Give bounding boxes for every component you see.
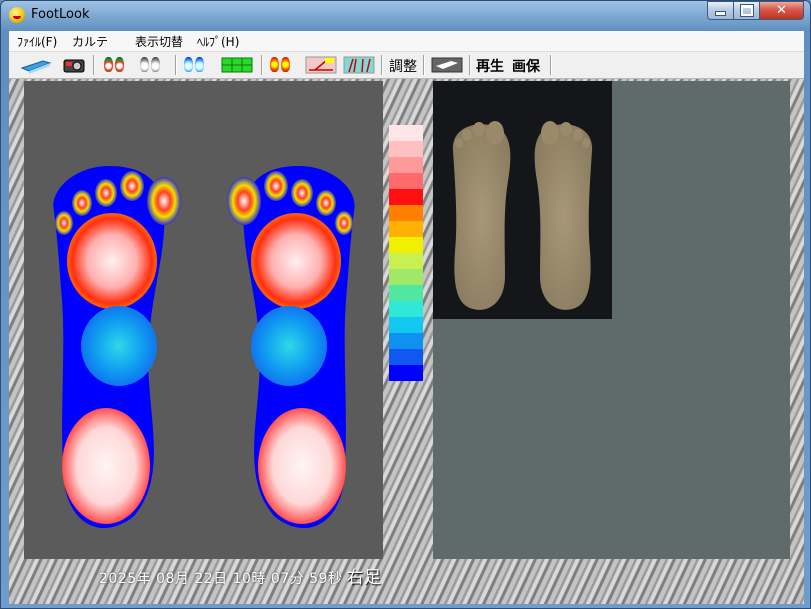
toolbar-separator [261, 55, 263, 75]
blue-foot-icon [184, 57, 193, 72]
client-area: ﾌｧｲﾙ(F) カルテ 表示切替 ﾍﾙﾌﾟ(H) 調整 再生 画保 2025年 … [9, 31, 804, 604]
color-foot-icon [104, 57, 113, 72]
legend-swatch [389, 285, 423, 301]
legend-swatch [389, 349, 423, 365]
pressure-color-legend [389, 125, 423, 381]
legend-swatch [389, 253, 423, 269]
toolbar-separator [469, 55, 471, 75]
legend-swatch [389, 237, 423, 253]
left-foot-print [53, 166, 181, 529]
pressure-foot-icon [281, 57, 290, 72]
camera-icon [63, 59, 85, 73]
angle-measure-button[interactable] [305, 55, 337, 75]
toolbar-separator [93, 55, 95, 75]
app-window: FootLook ✕ ﾌｧｲﾙ(F) カルテ 表示切替 ﾍﾙﾌﾟ(H) 調整 再… [0, 0, 811, 609]
foot-photo [433, 81, 612, 319]
grid-view-button[interactable] [221, 55, 253, 75]
menu-file[interactable]: ﾌｧｲﾙ(F) [17, 33, 57, 50]
view-blue-both-button[interactable] [183, 55, 211, 75]
adjust-button[interactable]: 調整 [389, 56, 417, 76]
view-color-both-button[interactable] [103, 55, 131, 75]
scanner-button[interactable] [19, 55, 53, 75]
arch-lines-button[interactable] [343, 55, 375, 75]
color-foot-icon [115, 57, 124, 72]
toolbar-separator [423, 55, 425, 75]
legend-swatch [389, 141, 423, 157]
legend-swatch [389, 365, 423, 381]
legend-swatch [389, 269, 423, 285]
save-image-button[interactable]: 画保 [512, 56, 540, 76]
legend-swatch [389, 333, 423, 349]
gray-foot-icon [151, 57, 160, 72]
scanner-icon [20, 60, 52, 74]
work-area: 2025年 08月 22日 10時 07分 59秒 右足 [9, 79, 804, 604]
play-button[interactable]: 再生 [476, 56, 504, 76]
legend-swatch [389, 301, 423, 317]
maximize-button[interactable] [734, 1, 760, 20]
menu-display[interactable]: 表示切替 [135, 33, 183, 50]
foot-side-label: 右足 [346, 568, 382, 588]
tool-icon [431, 57, 463, 73]
blue-foot-icon [195, 57, 204, 72]
capture-datetime: 2025年 08月 22日 10時 07分 59秒 [99, 571, 343, 587]
status-line: 2025年 08月 22日 10時 07分 59秒 右足 [99, 563, 381, 588]
menu-help[interactable]: ﾍﾙﾌﾟ(H) [197, 33, 239, 50]
toolbar-separator [175, 55, 177, 75]
close-icon: ✕ [776, 3, 787, 18]
screenshot-button[interactable] [431, 55, 463, 75]
menu-bar: ﾌｧｲﾙ(F) カルテ 表示切替 ﾍﾙﾌﾟ(H) [9, 31, 804, 52]
gray-foot-icon [140, 57, 149, 72]
foot-photo-image [452, 121, 593, 310]
maximize-icon [739, 4, 754, 17]
pressure-map-button[interactable] [269, 55, 297, 75]
close-button[interactable]: ✕ [760, 1, 804, 20]
pressure-scan-panel[interactable] [24, 81, 383, 559]
toolbar-separator [550, 55, 552, 75]
toolbar-separator [381, 55, 383, 75]
legend-swatch [389, 125, 423, 141]
menu-karte[interactable]: カルテ [72, 33, 108, 50]
toolbar: 調整 再生 画保 [9, 52, 804, 79]
camera-button[interactable] [61, 55, 87, 75]
caption-buttons: ✕ [707, 1, 804, 21]
legend-swatch [389, 173, 423, 189]
title-bar[interactable]: FootLook ✕ [1, 1, 810, 29]
pressure-foot-icon [270, 57, 279, 72]
angle-icon [305, 56, 337, 74]
grid-icon [221, 57, 253, 73]
legend-swatch [389, 221, 423, 237]
minimize-icon [715, 11, 726, 16]
legend-swatch [389, 157, 423, 173]
window-title: FootLook [31, 7, 90, 22]
legend-swatch [389, 189, 423, 205]
foot-pressure-image [53, 166, 355, 529]
right-foot-print [227, 166, 355, 529]
arch-lines-icon [343, 56, 375, 74]
legend-swatch [389, 317, 423, 333]
view-gray-both-button[interactable] [139, 55, 167, 75]
minimize-button[interactable] [707, 1, 734, 20]
legend-swatch [389, 205, 423, 221]
app-icon [9, 7, 25, 23]
